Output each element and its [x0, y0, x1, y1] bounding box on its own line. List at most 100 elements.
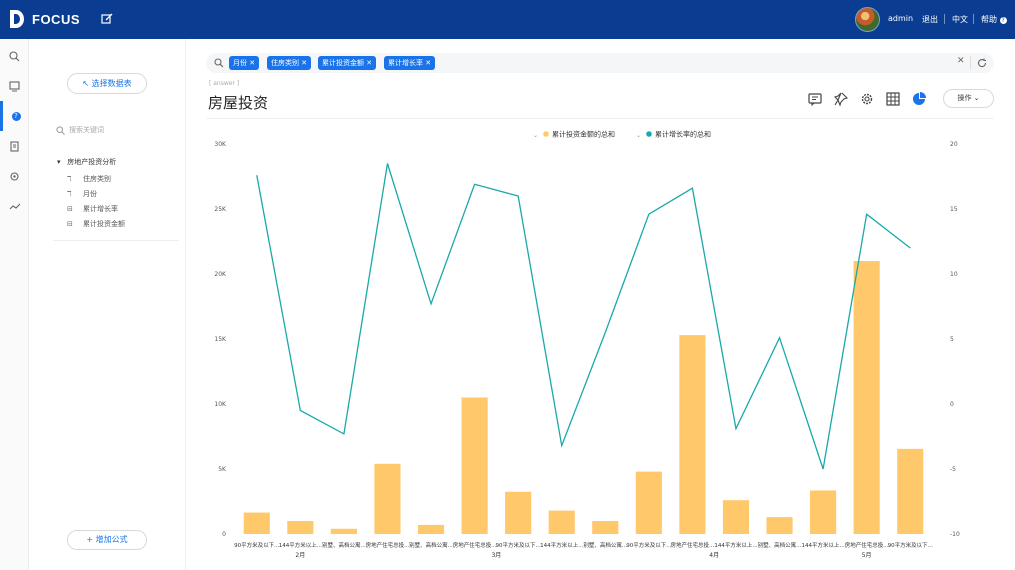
- x-group-label: 3月: [491, 552, 501, 559]
- y-tick-label: 20K: [214, 271, 227, 278]
- legend-label: 累计增长率的总和: [655, 130, 711, 139]
- user-name[interactable]: admin: [888, 14, 913, 23]
- bar: [505, 491, 532, 534]
- legend-chevron: ⌄: [636, 132, 641, 139]
- y2-tick-label: -10: [950, 531, 960, 538]
- bar: [722, 500, 750, 534]
- clear-icon[interactable]: ✕: [957, 56, 965, 66]
- y-tick-label: 10K: [214, 401, 227, 408]
- select-dataset-button[interactable]: ↖ 选择数据表: [67, 73, 147, 94]
- y2-tick-label: 20: [950, 141, 958, 148]
- edit-icon[interactable]: [100, 12, 114, 26]
- pie-chart-icon[interactable]: [911, 91, 927, 107]
- x-tick-label: 144平方米以上...: [279, 541, 322, 549]
- bar: [766, 517, 793, 534]
- search-bar[interactable]: 月份 ✕ 住房类别 ✕ 累计投资金额 ✕ 累计增长率 ✕ ✕: [206, 53, 994, 73]
- search-tag[interactable]: 月份 ✕: [229, 56, 260, 70]
- y-tick-label: 5K: [218, 466, 227, 473]
- help-icon: ?: [999, 17, 1007, 24]
- x-group-label: 5月: [862, 552, 872, 559]
- legend-chevron: ⌄: [533, 132, 538, 139]
- add-formula-button[interactable]: + 增加公式: [67, 530, 147, 550]
- dimension-icon: ℸ: [67, 175, 72, 183]
- search-icon[interactable]: [0, 41, 29, 71]
- x-tick-label: 90平方米及以下...: [888, 541, 933, 549]
- x-tick-label: 90平方米及以下...: [234, 541, 279, 549]
- search-tag[interactable]: 累计投资金额 ✕: [318, 56, 377, 70]
- question-icon[interactable]: ?: [0, 101, 29, 131]
- legend-swatch: [543, 131, 549, 137]
- logout-link[interactable]: 退出: [922, 14, 938, 25]
- bar: [810, 490, 837, 534]
- x-tick-label: 144平方米以上...: [540, 541, 583, 549]
- help-link[interactable]: 帮助 ?: [981, 14, 1007, 25]
- legend-label: 累计投资金额的总和: [552, 130, 615, 139]
- dimension-icon: ℸ: [67, 190, 72, 198]
- bar: [897, 448, 924, 534]
- bar: [243, 512, 270, 534]
- dashboard-icon[interactable]: [0, 71, 29, 101]
- bar: [287, 521, 314, 534]
- x-tick-label: 90平方米及以下...: [626, 541, 671, 549]
- refresh-icon[interactable]: [977, 58, 987, 68]
- settings-icon[interactable]: [0, 161, 29, 191]
- x-tick-label: 房地产住宅总投...: [845, 541, 889, 549]
- y2-tick-label: 0: [950, 401, 954, 408]
- table-icon[interactable]: [885, 91, 901, 107]
- bar: [417, 524, 445, 534]
- bar: [679, 335, 706, 534]
- x-tick-label: 房地产住宅总投...: [453, 541, 497, 549]
- tree-item-month[interactable]: ℸ 月份: [67, 189, 97, 199]
- operation-button[interactable]: 操作 ⌄: [943, 89, 994, 108]
- bar: [635, 471, 662, 534]
- page-title: 房屋投资: [208, 94, 269, 112]
- bar: [461, 397, 488, 534]
- x-tick-label: 房地产住宅总投...: [366, 541, 410, 549]
- language-link[interactable]: 中文: [952, 14, 968, 25]
- x-tick-label: 别墅、高档公寓...: [583, 541, 627, 549]
- tree-item-investment[interactable]: ⊟ 累计投资金额: [67, 219, 125, 229]
- x-group-label: 4月: [709, 552, 719, 559]
- icon-sidebar: ?: [0, 39, 29, 570]
- avatar[interactable]: [855, 7, 880, 32]
- search-icon: [56, 125, 65, 135]
- logo-icon: [10, 10, 24, 28]
- gear-icon[interactable]: [859, 91, 875, 107]
- tree-root[interactable]: ▾ 房地产投资分析: [57, 157, 116, 167]
- y-tick-label: 0: [222, 531, 226, 538]
- y-tick-label: 30K: [214, 141, 227, 148]
- tree-item-growth-rate[interactable]: ⊟ 累计增长率: [67, 204, 118, 214]
- combo-chart: ⌄ 累计投资金额的总和 ⌄ 累计增长率的总和 0 5K 10K 15K 20K 25K 30K -1…: [214, 130, 960, 560]
- x-tick-label: 别墅、高档公寓...: [758, 541, 802, 549]
- y2-tick-label: 5: [950, 336, 954, 343]
- growth-line: [256, 163, 911, 470]
- bar: [853, 261, 880, 534]
- search-tag[interactable]: 住房类别 ✕: [267, 56, 312, 70]
- top-bar: FOCUS admin 退出 中文 帮助 ?: [0, 0, 1015, 39]
- logo[interactable]: FOCUS: [9, 9, 80, 29]
- bar: [330, 528, 357, 534]
- dataset-panel: ↖ 选择数据表 搜索关键词 ▾ 房地产投资分析 ℸ 住房类别 ℸ 月份 ⊟ 累计增长率…: [29, 39, 186, 570]
- x-tick-label: 别墅、高档公寓...: [322, 541, 366, 549]
- y-tick-label: 15K: [214, 336, 227, 343]
- bar: [548, 510, 575, 534]
- pin-icon[interactable]: [833, 91, 849, 107]
- tree-item-housing-type[interactable]: ℸ 住房类别: [67, 174, 111, 184]
- x-tick-label: 别墅、高档公寓...: [409, 541, 453, 549]
- measure-icon: ⊟: [67, 205, 73, 213]
- x-group-label: 2月: [295, 552, 305, 559]
- search-tag[interactable]: 累计增长率 ✕: [384, 56, 436, 70]
- x-tick-label: 144平方米以上...: [714, 541, 757, 549]
- data-icon[interactable]: [0, 131, 29, 161]
- x-tick-label: 房地产住宅总投...: [671, 541, 715, 549]
- answer-label: [ answer ]: [209, 80, 240, 87]
- x-tick-label: 144平方米以上...: [801, 541, 844, 549]
- y2-tick-label: 15: [950, 206, 958, 213]
- comment-icon[interactable]: [807, 91, 823, 107]
- keyword-search[interactable]: 搜索关键词: [56, 125, 166, 135]
- search-icon: [214, 58, 224, 68]
- y2-tick-label: -5: [950, 466, 956, 473]
- y-tick-label: 25K: [214, 206, 227, 213]
- bar: [592, 521, 619, 534]
- trend-icon[interactable]: [0, 191, 29, 221]
